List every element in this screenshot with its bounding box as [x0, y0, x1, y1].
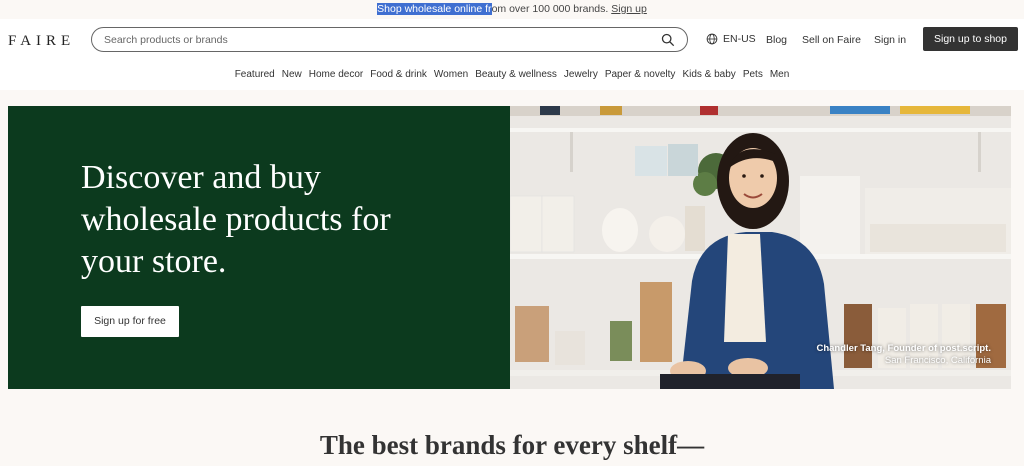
section-title: The best brands for every shelf— — [319, 430, 705, 460]
language-label: EN-US — [723, 33, 756, 45]
category-men[interactable]: Men — [770, 69, 789, 80]
photo-caption: Chandler Tang, Founder of post.script. S… — [816, 343, 991, 367]
category-pets[interactable]: Pets — [743, 69, 763, 80]
category-women[interactable]: Women — [434, 69, 468, 80]
category-paper-novelty[interactable]: Paper & novelty — [605, 69, 676, 80]
category-food-drink[interactable]: Food & drink — [370, 69, 427, 80]
hero-text-panel: Discover and buy wholesale products for … — [8, 106, 510, 389]
site-header: FAIRE EN-US Blog Sell on Faire Sign in S… — [0, 19, 1024, 61]
hero-title: Discover and buy wholesale products for … — [81, 159, 391, 280]
category-nav: Featured New Home decor Food & drink Wom… — [0, 61, 1024, 90]
announcement-bar: Shop wholesale online from over 100 000 … — [0, 0, 1024, 19]
search-icon[interactable] — [661, 33, 675, 47]
search-input[interactable] — [104, 31, 644, 49]
category-beauty-wellness[interactable]: Beauty & wellness — [475, 69, 557, 80]
faire-logo[interactable]: FAIRE — [8, 33, 75, 50]
caption-location: San Francisco, California — [884, 355, 991, 366]
category-kids-baby[interactable]: Kids & baby — [682, 69, 735, 80]
globe-icon — [706, 33, 718, 45]
announcement-signup-link[interactable]: Sign up — [611, 3, 647, 15]
caption-name: Chandler Tang, Founder of post.script. — [816, 343, 991, 354]
sell-on-faire-link[interactable]: Sell on Faire — [802, 34, 861, 46]
announcement-text-highlighted: Shop wholesale online fr — [377, 3, 492, 15]
hero-banner: Discover and buy wholesale products for … — [8, 106, 1011, 389]
category-home-decor[interactable]: Home decor — [309, 69, 363, 80]
category-new[interactable]: New — [282, 69, 302, 80]
category-featured[interactable]: Featured — [235, 69, 275, 80]
hero-photo: Chandler Tang, Founder of post.script. S… — [510, 106, 1011, 389]
sign-in-link[interactable]: Sign in — [874, 34, 906, 46]
search-bar[interactable] — [91, 27, 688, 52]
announcement-text: om over 100 000 brands. — [491, 3, 609, 15]
sign-up-to-shop-button[interactable]: Sign up to shop — [923, 27, 1018, 51]
sign-up-for-free-button[interactable]: Sign up for free — [81, 306, 179, 337]
category-jewelry[interactable]: Jewelry — [564, 69, 598, 80]
blog-link[interactable]: Blog — [766, 34, 787, 46]
language-selector[interactable]: EN-US — [706, 33, 756, 45]
